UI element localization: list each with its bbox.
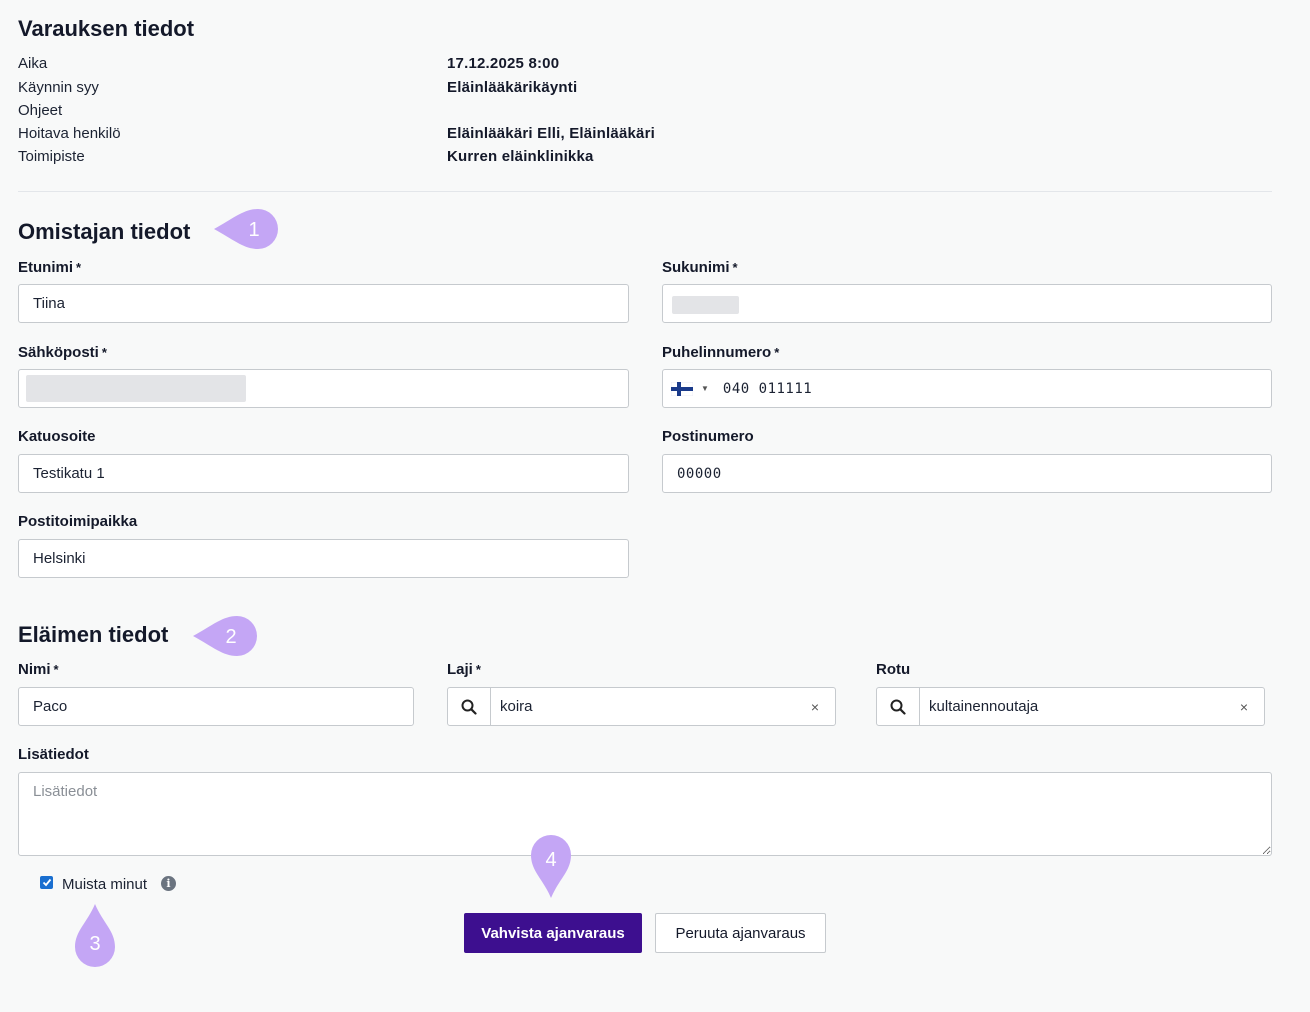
- first-name-label: Etunimi *: [18, 259, 82, 276]
- redacted-email: [26, 375, 246, 402]
- confirm-booking-button[interactable]: Vahvista ajanvaraus: [464, 913, 642, 953]
- breed-value: kultainennoutaja: [929, 698, 1039, 715]
- animal-section-title: Eläimen tiedot: [18, 622, 169, 647]
- remember-me-checkbox[interactable]: [40, 876, 53, 889]
- marker-4-label: 4: [545, 849, 556, 871]
- first-name-value: Tiina: [33, 295, 65, 312]
- street-label: Katuosoite: [18, 428, 96, 445]
- owner-section-title: Omistajan tiedot: [18, 219, 191, 244]
- marker-1-label: 1: [248, 219, 259, 241]
- animal-name-field[interactable]: Paco: [18, 687, 414, 726]
- section-divider: [18, 191, 1272, 192]
- postal-code-label: Postinumero: [662, 428, 754, 445]
- search-icon: [877, 688, 920, 725]
- last-name-label: Sukunimi *: [662, 259, 738, 276]
- postal-code-field[interactable]: 00000: [662, 454, 1272, 493]
- country-dropdown-icon[interactable]: ▼: [701, 384, 709, 393]
- last-name-field[interactable]: [662, 284, 1272, 323]
- city-field[interactable]: Helsinki: [18, 539, 629, 578]
- phone-field[interactable]: ▼ 040 011111: [662, 369, 1272, 408]
- species-value: koira: [500, 698, 533, 715]
- breed-label: Rotu: [876, 661, 911, 678]
- required-mark: *: [774, 345, 780, 360]
- booking-time-value: 17.12.2025 8:00: [447, 55, 560, 72]
- phone-value: 040 011111: [722, 380, 813, 397]
- phone-label: Puhelinnumero *: [662, 344, 780, 361]
- redacted-last-name: [672, 296, 739, 314]
- required-mark: *: [101, 345, 107, 360]
- booking-time-label: Aika: [18, 55, 48, 72]
- species-search-field[interactable]: koira ×: [447, 687, 836, 726]
- street-value: Testikatu 1: [33, 465, 105, 482]
- cancel-booking-button[interactable]: Peruuta ajanvaraus: [655, 913, 826, 953]
- required-mark: *: [732, 260, 738, 275]
- street-field[interactable]: Testikatu 1: [18, 454, 629, 493]
- marker-3-label: 3: [89, 933, 100, 955]
- booking-instructions-label: Ohjeet: [18, 102, 63, 119]
- booking-staff-label: Hoitava henkilö: [18, 125, 121, 142]
- first-name-field[interactable]: Tiina: [18, 284, 629, 323]
- booking-location-value: Kurren eläinklinikka: [447, 148, 594, 165]
- marker-2-label: 2: [225, 626, 236, 648]
- city-label: Postitoimipaikka: [18, 513, 138, 530]
- city-value: Helsinki: [33, 550, 86, 567]
- booking-staff-value: Eläinlääkäri Elli, Eläinlääkäri: [447, 125, 655, 142]
- notes-label: Lisätiedot: [18, 746, 89, 763]
- notes-textarea[interactable]: [18, 772, 1272, 856]
- booking-title: Varauksen tiedot: [18, 16, 195, 41]
- breed-search-field[interactable]: kultainennoutaja ×: [876, 687, 1265, 726]
- species-label: Laji *: [447, 661, 481, 678]
- required-mark: *: [53, 662, 59, 677]
- email-label: Sähköposti *: [18, 344, 107, 361]
- marker-2: 2: [193, 616, 257, 656]
- booking-reason-label: Käynnin syy: [18, 79, 99, 96]
- search-icon: [448, 688, 491, 725]
- info-icon[interactable]: i: [161, 876, 176, 891]
- booking-location-label: Toimipiste: [18, 148, 85, 165]
- booking-reason-value: Eläinlääkärikäynti: [447, 79, 578, 96]
- clear-icon[interactable]: ×: [1224, 699, 1264, 715]
- remember-me-label[interactable]: Muista minut: [62, 876, 147, 893]
- finland-flag-icon[interactable]: [671, 381, 693, 396]
- postal-code-value: 00000: [677, 465, 722, 482]
- marker-3: 3: [75, 904, 115, 967]
- marker-4: 4: [531, 835, 571, 898]
- animal-name-value: Paco: [33, 698, 68, 715]
- clear-icon[interactable]: ×: [795, 699, 835, 715]
- animal-name-label: Nimi *: [18, 661, 59, 678]
- marker-1: 1: [214, 209, 278, 249]
- required-mark: *: [76, 260, 82, 275]
- required-mark: *: [475, 662, 481, 677]
